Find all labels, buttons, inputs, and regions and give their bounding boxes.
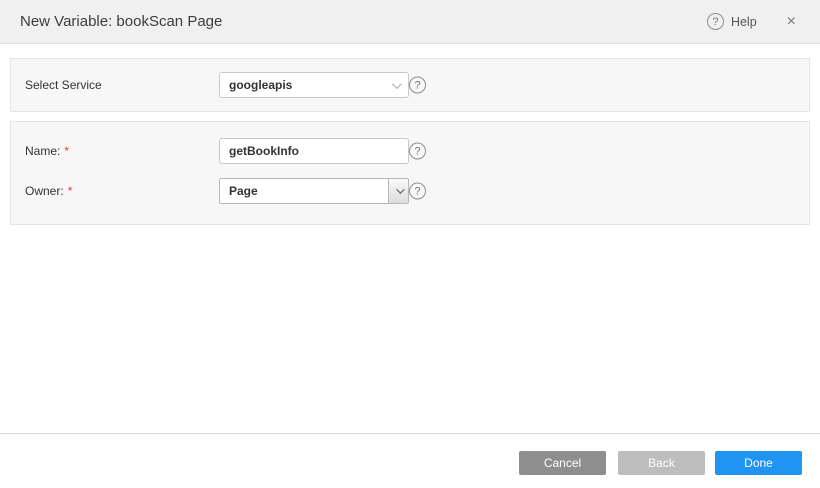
name-label-text: Name: [25,144,60,158]
dialog-titlebar: New Variable: bookScan Page ? Help × [0,0,820,44]
chevron-down-icon [392,79,402,89]
service-dropdown-value: googleapis [229,78,392,92]
help-button[interactable]: ? Help [707,13,757,30]
name-row: Name: * ? [11,138,809,164]
name-input[interactable] [219,138,409,164]
owner-select-button [388,179,408,203]
owner-label: Owner: * [25,184,72,198]
variable-details-section: Name: * ? Owner: * Page ? [10,121,810,225]
cancel-button[interactable]: Cancel [519,451,606,475]
dialog-title: New Variable: bookScan Page [20,13,222,30]
owner-help-icon[interactable]: ? [409,183,426,200]
owner-required-mark: * [68,184,73,198]
service-dropdown-wrap: googleapis [219,72,409,98]
owner-select-value: Page [220,179,388,203]
name-required-mark: * [64,144,69,158]
name-label: Name: * [25,144,69,158]
chevron-down-icon [396,185,404,193]
name-input-wrap [219,138,409,164]
owner-select[interactable]: Page [219,178,409,204]
select-service-section: Select Service googleapis ? [10,58,810,112]
footer-divider [0,433,820,434]
owner-select-wrap: Page [219,178,409,204]
done-button[interactable]: Done [715,451,802,475]
owner-row: Owner: * Page ? [11,178,809,204]
name-help-icon[interactable]: ? [409,143,426,160]
close-icon[interactable]: × [783,12,800,32]
owner-label-text: Owner: [25,184,64,198]
service-help-icon[interactable]: ? [409,77,426,94]
back-button[interactable]: Back [618,451,705,475]
select-service-label: Select Service [25,78,102,92]
service-row: Select Service googleapis ? [11,72,809,98]
help-label: Help [731,15,757,29]
help-question-icon: ? [707,13,724,30]
service-dropdown[interactable]: googleapis [219,72,409,98]
new-variable-dialog: New Variable: bookScan Page ? Help × Sel… [0,0,820,488]
